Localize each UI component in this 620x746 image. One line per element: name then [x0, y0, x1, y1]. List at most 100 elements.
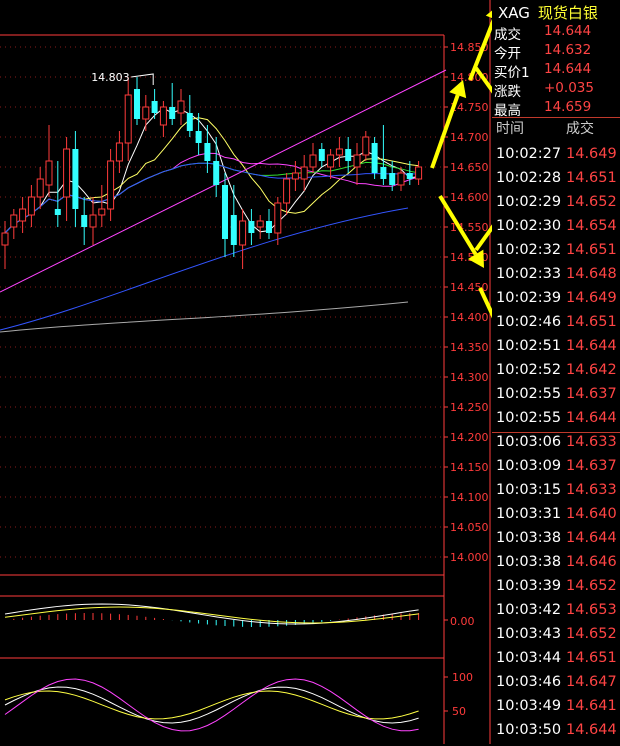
candle: [134, 77, 140, 125]
tick-row: 10:03:44 14.651: [492, 650, 620, 674]
candle: [239, 209, 247, 269]
tick-row: 10:03:09 14.637: [492, 458, 620, 482]
tick-price: 14.651: [566, 242, 617, 258]
tick-time: 10:02:33: [496, 266, 562, 282]
candle: [291, 161, 299, 191]
tick-price: 14.652: [566, 626, 617, 642]
quote-row: 今开 14.632: [492, 42, 620, 62]
tick-price: 14.649: [566, 290, 617, 306]
y-tick-label: 14.550: [450, 221, 489, 234]
tick-row: 10:02:33 14.648: [492, 266, 620, 290]
tick-row: 10:02:46 14.651: [492, 314, 620, 338]
tick-price: 14.652: [566, 194, 617, 210]
y-tick-label: 14.450: [450, 281, 489, 294]
y-tick-label: 14.300: [450, 371, 489, 384]
tick-row: 10:02:30 14.654: [492, 218, 620, 242]
quote-value: 14.644: [544, 61, 592, 77]
tick-time: 10:03:38: [496, 554, 562, 570]
candle: [177, 89, 185, 125]
quote-row: 买价1 14.644: [492, 61, 620, 81]
candle: [107, 149, 115, 221]
candle: [98, 185, 106, 227]
tick-row: 10:03:15 14.633: [492, 482, 620, 506]
y-tick-label: 14.750: [450, 101, 489, 114]
candle: [72, 131, 79, 227]
tick-row: 10:03:38 14.644: [492, 530, 620, 554]
tick-row: 10:03:38 14.646: [492, 554, 620, 578]
candle: [124, 77, 132, 161]
candle: [380, 125, 387, 185]
candle: [230, 185, 237, 257]
y-tick-label: 14.700: [450, 131, 489, 144]
y-tick-label: 14.100: [450, 491, 489, 504]
tick-time: 10:02:32: [496, 242, 562, 258]
candle: [159, 101, 167, 137]
candle: [266, 209, 272, 239]
candle: [309, 143, 317, 173]
quote-row: 成交 14.644: [492, 23, 620, 43]
tick-row: 10:02:52 14.642: [492, 362, 620, 386]
tick-price: 14.646: [566, 554, 617, 570]
candle: [256, 215, 264, 239]
candle: [335, 137, 343, 167]
tick-row: 10:02:51 14.644: [492, 338, 620, 362]
tick-time: 10:03:09: [496, 458, 562, 474]
candle: [54, 161, 61, 227]
y-tick-label: 14.650: [450, 161, 489, 174]
chart-area: 14.000 14.050 14.100 14.150 14.200 14.250 14.3…: [0, 0, 491, 744]
y-tick-label: 14.350: [450, 341, 489, 354]
y-tick-label: 14.600: [450, 191, 489, 204]
tick-price: 14.648: [566, 266, 617, 282]
tick-price: 14.644: [566, 530, 617, 546]
tick-time: 10:03:42: [496, 602, 562, 618]
y-tick-label: 14.500: [450, 251, 489, 264]
tick-time: 10:03:46: [496, 674, 562, 690]
candle: [89, 197, 97, 245]
candle: [213, 137, 220, 197]
candle: [27, 185, 35, 227]
y-tick-label: 14.200: [450, 431, 489, 444]
tick-time: 10:03:49: [496, 698, 562, 714]
tick-price: 14.653: [566, 602, 617, 618]
y-tick-label: 14.850: [450, 41, 489, 54]
tick-time: 10:02:30: [496, 218, 562, 234]
tick-row: 10:03:39 14.652: [492, 578, 620, 602]
support-trend-line: [0, 207, 409, 331]
candle: [318, 143, 325, 167]
candle: [300, 155, 308, 191]
quote-value: 14.632: [544, 42, 592, 58]
tick-time: 10:02:51: [496, 338, 562, 354]
kdj-tick-label: 50: [452, 705, 466, 718]
y-tick-label: 14.250: [450, 401, 489, 414]
candle: [151, 89, 158, 119]
candle: [115, 131, 123, 173]
y-tick-label: 14.400: [450, 311, 489, 324]
tick-row: 10:03:50 14.644: [492, 722, 620, 746]
tick-time: 10:03:44: [496, 650, 562, 666]
tick-row: 10:03:49 14.641: [492, 698, 620, 722]
quote-label: 买价1: [494, 65, 530, 81]
candle: [248, 209, 255, 245]
candle: [362, 131, 370, 161]
quote-value: +0.035: [544, 80, 594, 96]
candle: [283, 173, 291, 215]
instrument-name: 现货白银: [537, 4, 598, 22]
tick-time: 10:02:46: [496, 314, 562, 330]
ticks-header-price: 成交: [566, 121, 594, 137]
quote-label: 涨跌: [494, 84, 521, 100]
ticks-header-time: 时间: [496, 121, 524, 137]
tick-price: 14.652: [566, 578, 617, 594]
tick-row: 10:02:55 14.644: [492, 410, 620, 434]
tick-price: 14.641: [566, 698, 617, 714]
quote-row: 涨跌 +0.035: [492, 80, 620, 100]
tick-row: 10:03:42 14.653: [492, 602, 620, 626]
ticks-header: 时间 成交: [492, 118, 620, 140]
tick-row: 10:02:39 14.649: [492, 290, 620, 314]
candle: [327, 149, 335, 179]
tick-row: 10:02:32 14.651: [492, 242, 620, 266]
tick-time: 10:02:55: [496, 386, 562, 402]
kdj-tick-label: 100: [452, 671, 473, 684]
tick-price: 14.633: [566, 434, 617, 450]
tick-time: 10:03:15: [496, 482, 562, 498]
tick-time: 10:03:31: [496, 506, 562, 522]
